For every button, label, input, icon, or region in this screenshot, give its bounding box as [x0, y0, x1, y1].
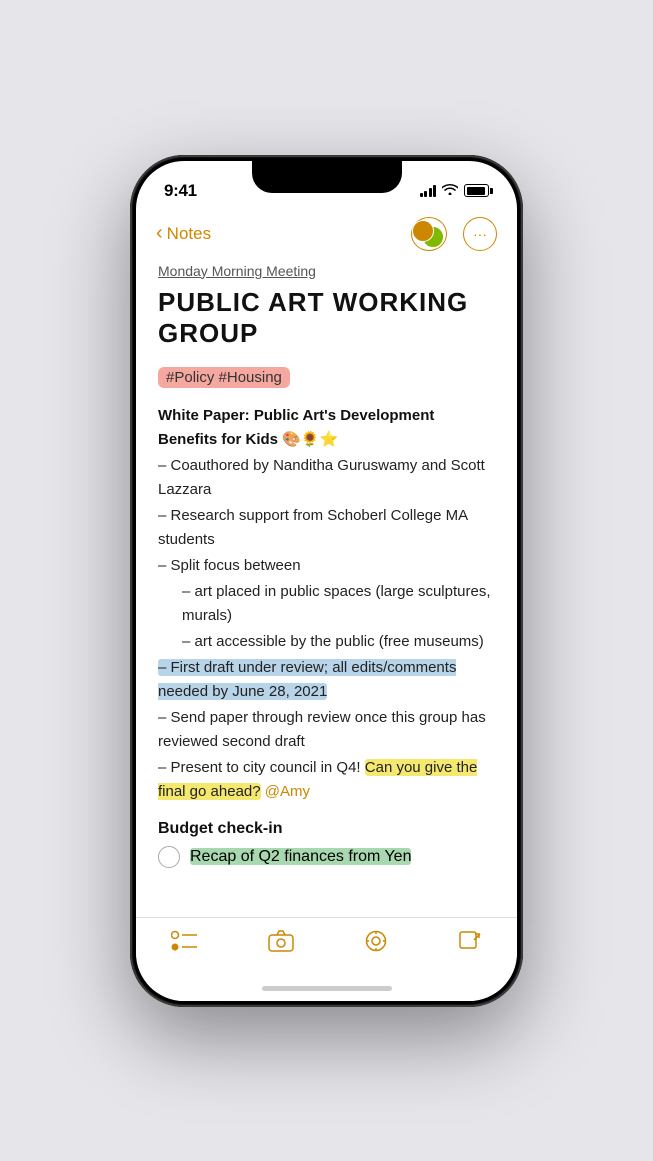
bullet-research: – Research support from Schoberl College… — [158, 504, 495, 552]
home-indicator — [262, 986, 392, 991]
camera-icon — [268, 930, 294, 956]
white-paper-header: White Paper: Public Art's Development Be… — [158, 404, 495, 452]
nav-actions: ··· — [411, 217, 497, 251]
checklist-icon — [171, 930, 197, 956]
signal-bars-icon — [420, 185, 437, 197]
location-toolbar-button[interactable] — [365, 930, 387, 960]
bullet-indent-accessible: – art accessible by the public (free mus… — [158, 630, 495, 654]
checklist-item-1: Recap of Q2 finances from Yen — [158, 846, 495, 868]
bullet-send-paper: – Send paper through review once this gr… — [158, 706, 495, 754]
wifi-icon — [442, 183, 458, 198]
tags-row: #Policy #Housing — [158, 367, 495, 388]
chevron-left-icon: ‹ — [156, 222, 163, 245]
bullet-indent-public-spaces: – art placed in public spaces (large scu… — [158, 580, 495, 628]
phone-frame: 9:41 — [130, 155, 523, 1007]
collaborators-button[interactable] — [411, 217, 447, 251]
nav-bar: ‹ Notes ··· — [136, 211, 517, 261]
note-subtitle: Monday Morning Meeting — [158, 263, 495, 279]
tags-highlight: #Policy #Housing — [158, 367, 290, 388]
bullet-city-council: – Present to city council in Q4! Can you… — [158, 756, 495, 804]
status-icons — [420, 183, 490, 198]
compose-toolbar-button[interactable] — [458, 930, 482, 958]
camera-toolbar-button[interactable] — [268, 930, 294, 956]
bullet-coauthor: – Coauthored by Nanditha Guruswamy and S… — [158, 454, 495, 502]
checklist-item-1-text: Recap of Q2 finances from Yen — [190, 848, 411, 866]
note-title: PUBLIC ART WORKING GROUP — [158, 287, 495, 349]
back-label: Notes — [167, 224, 211, 244]
budget-section-header: Budget check-in — [158, 820, 495, 838]
more-options-button[interactable]: ··· — [463, 217, 497, 251]
location-icon — [365, 930, 387, 960]
note-content[interactable]: Monday Morning Meeting PUBLIC ART WORKIN… — [136, 261, 517, 1001]
checkbox-1[interactable] — [158, 846, 180, 868]
bullet-first-draft: – First draft under review; all edits/co… — [158, 656, 495, 704]
battery-icon — [464, 184, 489, 197]
avatar-1 — [412, 220, 434, 242]
highlight-first-draft: – First draft under review; all edits/co… — [158, 659, 456, 700]
bullet-split: – Split focus between — [158, 554, 495, 578]
checklist-toolbar-button[interactable] — [171, 930, 197, 956]
ellipsis-icon: ··· — [473, 226, 487, 242]
highlight-question: Can you give the final go ahead? — [158, 759, 477, 800]
notch — [252, 161, 402, 193]
phone-screen: 9:41 — [136, 161, 517, 1001]
highlight-yen-recap: Recap of Q2 finances from Yen — [190, 848, 411, 865]
compose-icon — [458, 930, 482, 958]
note-body: White Paper: Public Art's Development Be… — [158, 404, 495, 804]
screen-inner: 9:41 — [136, 161, 517, 1001]
status-time: 9:41 — [164, 181, 197, 201]
back-button[interactable]: ‹ Notes — [156, 223, 211, 245]
mention-amy: @Amy — [265, 783, 310, 800]
